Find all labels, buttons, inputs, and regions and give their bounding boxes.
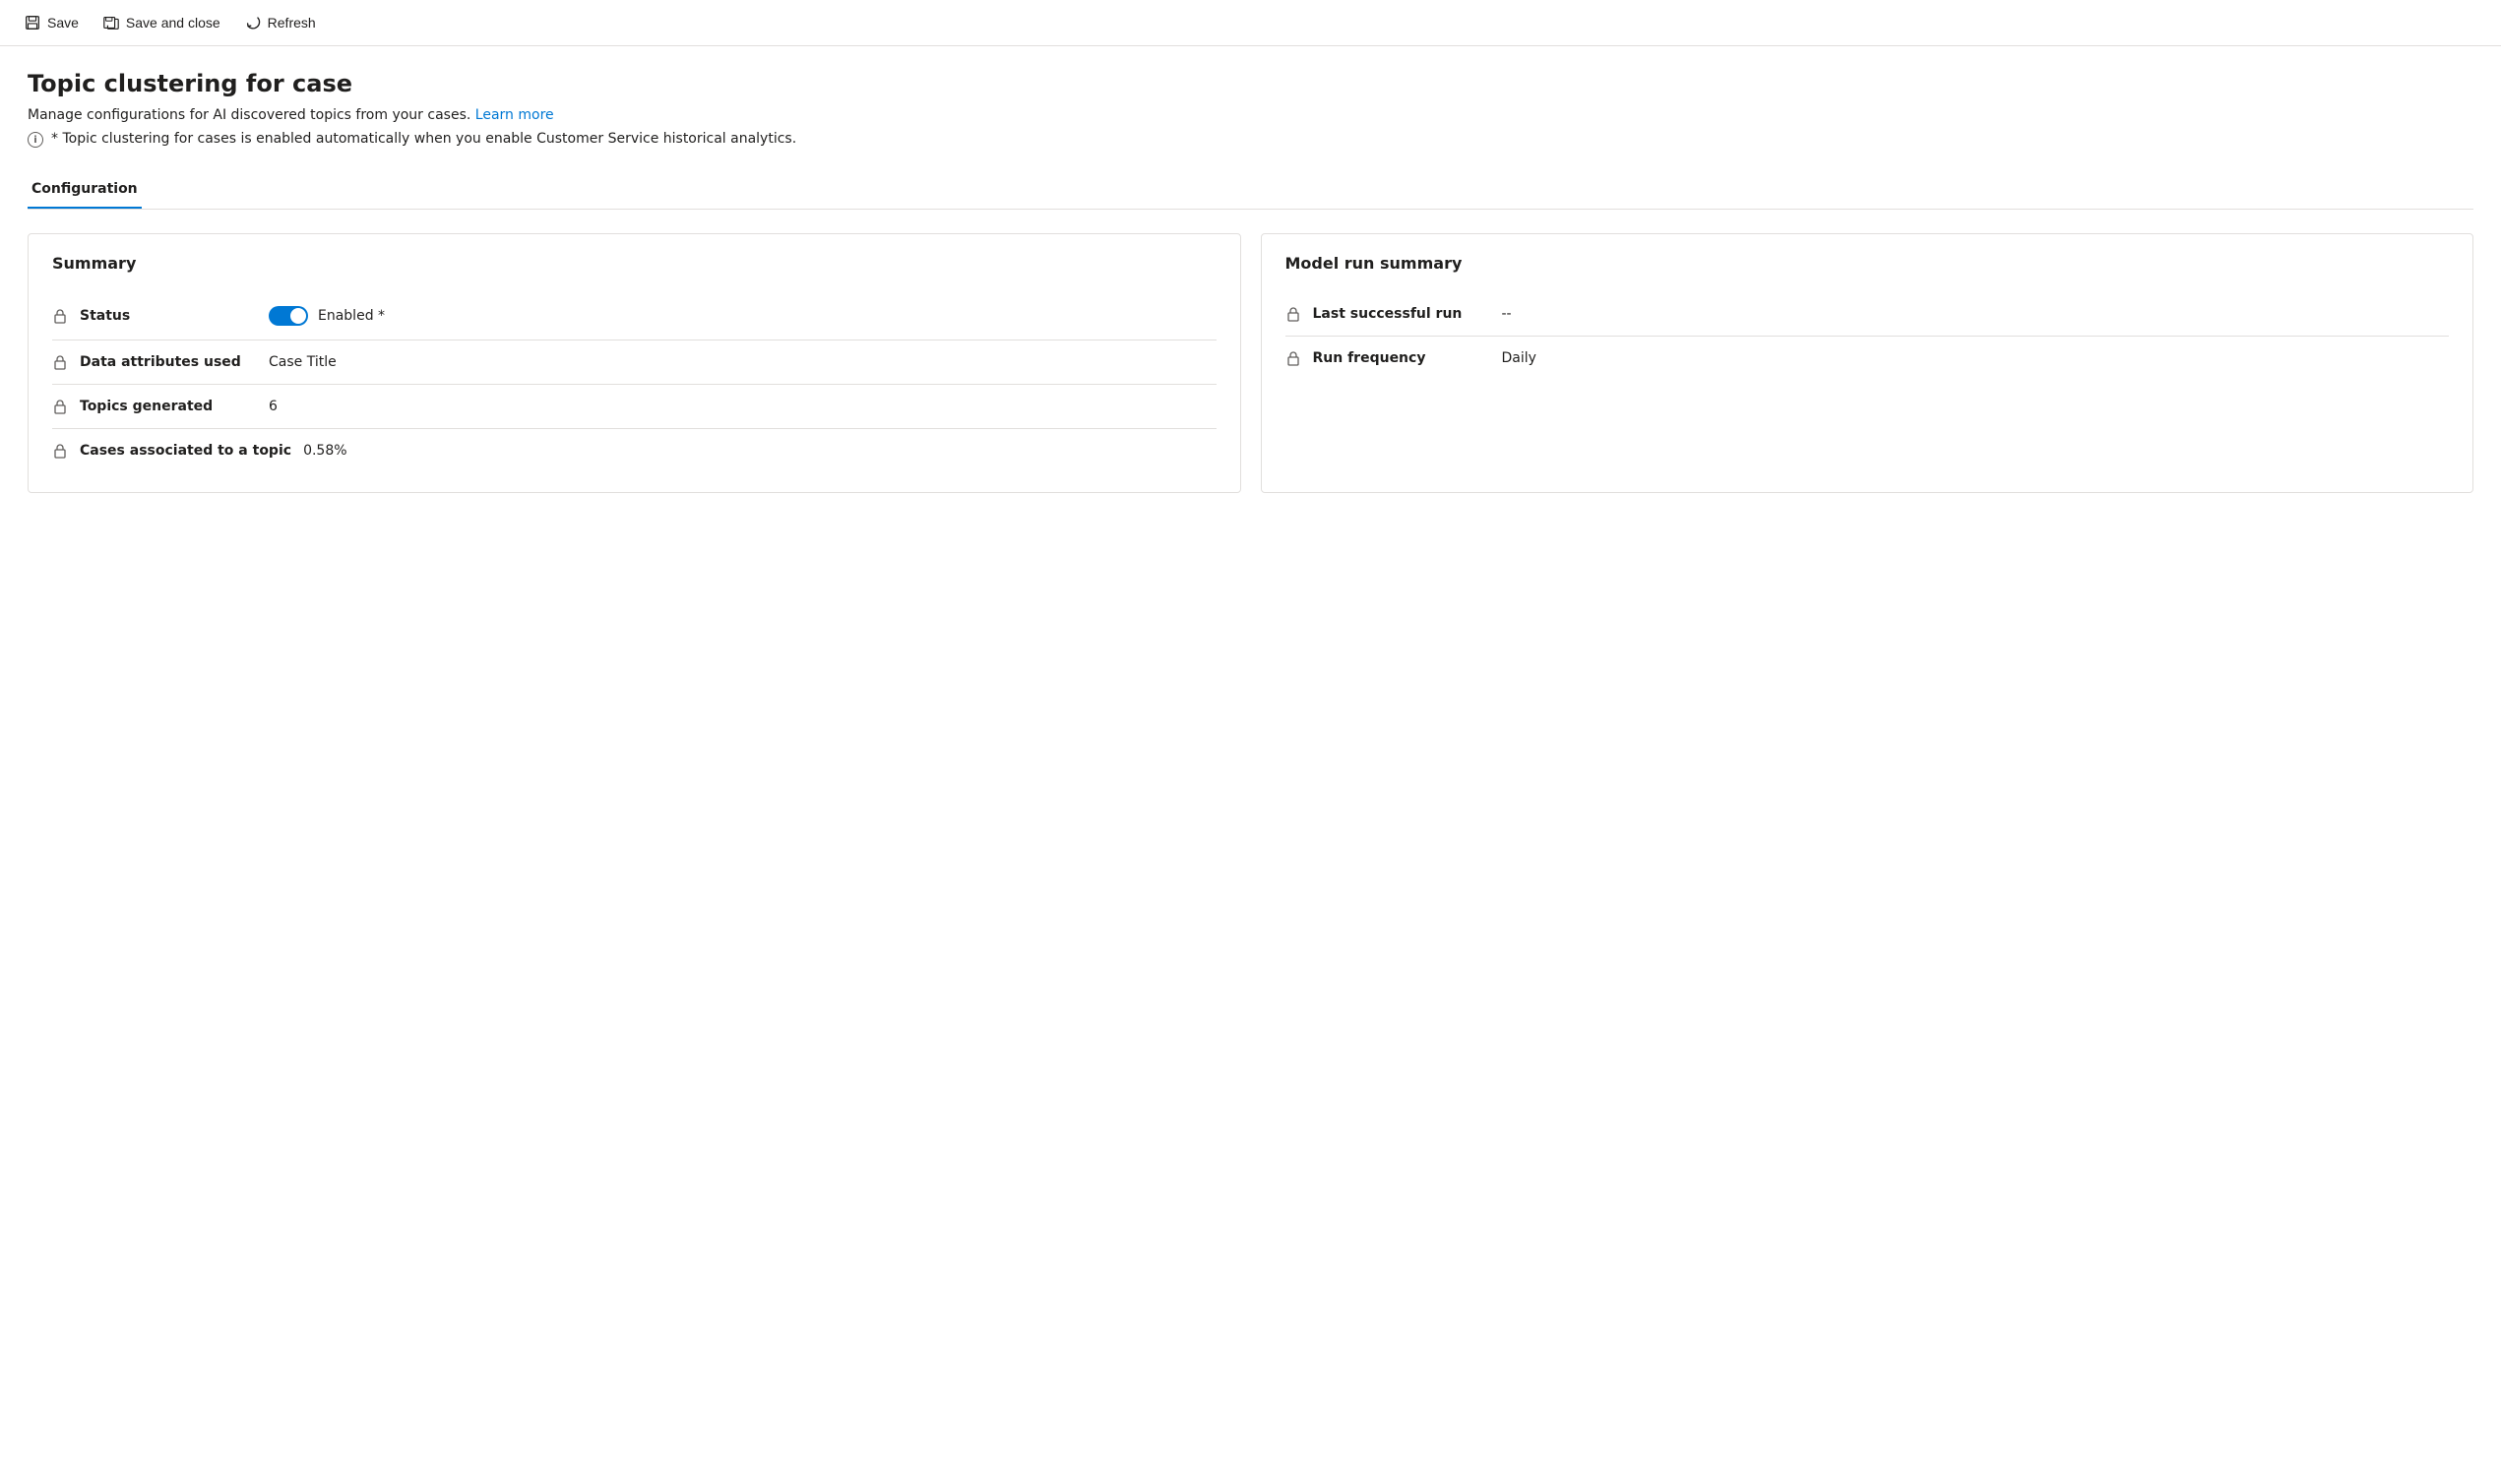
- toolbar: Save Save and close Refresh: [0, 0, 2501, 46]
- save-close-button[interactable]: Save and close: [94, 10, 228, 35]
- tabs: Configuration: [28, 171, 2473, 210]
- page-description: Manage configurations for AI discovered …: [28, 107, 2473, 123]
- info-note: i * Topic clustering for cases is enable…: [28, 131, 2473, 148]
- run-frequency-lock-icon: [1285, 350, 1301, 366]
- topics-lock-icon: [52, 399, 68, 414]
- run-frequency-label: Run frequency: [1313, 350, 1490, 366]
- model-run-card-title: Model run summary: [1285, 254, 2450, 273]
- info-icon: i: [28, 132, 43, 148]
- last-run-label: Last successful run: [1313, 306, 1490, 322]
- model-run-card: Model run summary Last successful run --…: [1261, 233, 2474, 493]
- status-toggle-slider: [269, 306, 308, 326]
- cases-lock-icon: [52, 443, 68, 459]
- page-title: Topic clustering for case: [28, 70, 2473, 97]
- info-note-text: * Topic clustering for cases is enabled …: [51, 131, 796, 147]
- run-frequency-field-row: Run frequency Daily: [1285, 337, 2450, 380]
- topics-generated-field-row: Topics generated 6: [52, 385, 1217, 429]
- refresh-button[interactable]: Refresh: [236, 10, 324, 35]
- save-icon: [24, 14, 41, 31]
- data-attributes-field-row: Data attributes used Case Title: [52, 340, 1217, 385]
- refresh-label: Refresh: [268, 15, 316, 31]
- refresh-icon: [244, 14, 262, 31]
- save-close-label: Save and close: [126, 15, 220, 31]
- topics-generated-label: Topics generated: [80, 399, 257, 414]
- data-attributes-lock-icon: [52, 354, 68, 370]
- summary-card: Summary Status Enabled *: [28, 233, 1241, 493]
- status-lock-icon: [52, 308, 68, 324]
- last-run-value: --: [1502, 306, 1512, 322]
- run-frequency-value: Daily: [1502, 350, 1536, 366]
- status-label: Status: [80, 308, 257, 324]
- cards-container: Summary Status Enabled *: [28, 233, 2473, 493]
- cases-associated-field-row: Cases associated to a topic 0.58%: [52, 429, 1217, 472]
- last-run-lock-icon: [1285, 306, 1301, 322]
- status-toggle-container: Enabled *: [269, 306, 385, 326]
- status-toggle-label: Enabled *: [318, 308, 385, 324]
- save-label: Save: [47, 15, 79, 31]
- data-attributes-value: Case Title: [269, 354, 337, 370]
- summary-card-title: Summary: [52, 254, 1217, 273]
- page-content: Topic clustering for case Manage configu…: [0, 46, 2501, 517]
- status-toggle[interactable]: [269, 306, 308, 326]
- tab-configuration[interactable]: Configuration: [28, 171, 142, 209]
- description-text: Manage configurations for AI discovered …: [28, 107, 470, 123]
- last-run-field-row: Last successful run --: [1285, 292, 2450, 337]
- topics-generated-value: 6: [269, 399, 278, 414]
- save-close-icon: [102, 14, 120, 31]
- cases-associated-label: Cases associated to a topic: [80, 443, 291, 459]
- save-button[interactable]: Save: [16, 10, 87, 35]
- cases-associated-value: 0.58%: [303, 443, 346, 459]
- learn-more-link[interactable]: Learn more: [475, 107, 554, 123]
- status-field-row: Status Enabled *: [52, 292, 1217, 340]
- data-attributes-label: Data attributes used: [80, 354, 257, 370]
